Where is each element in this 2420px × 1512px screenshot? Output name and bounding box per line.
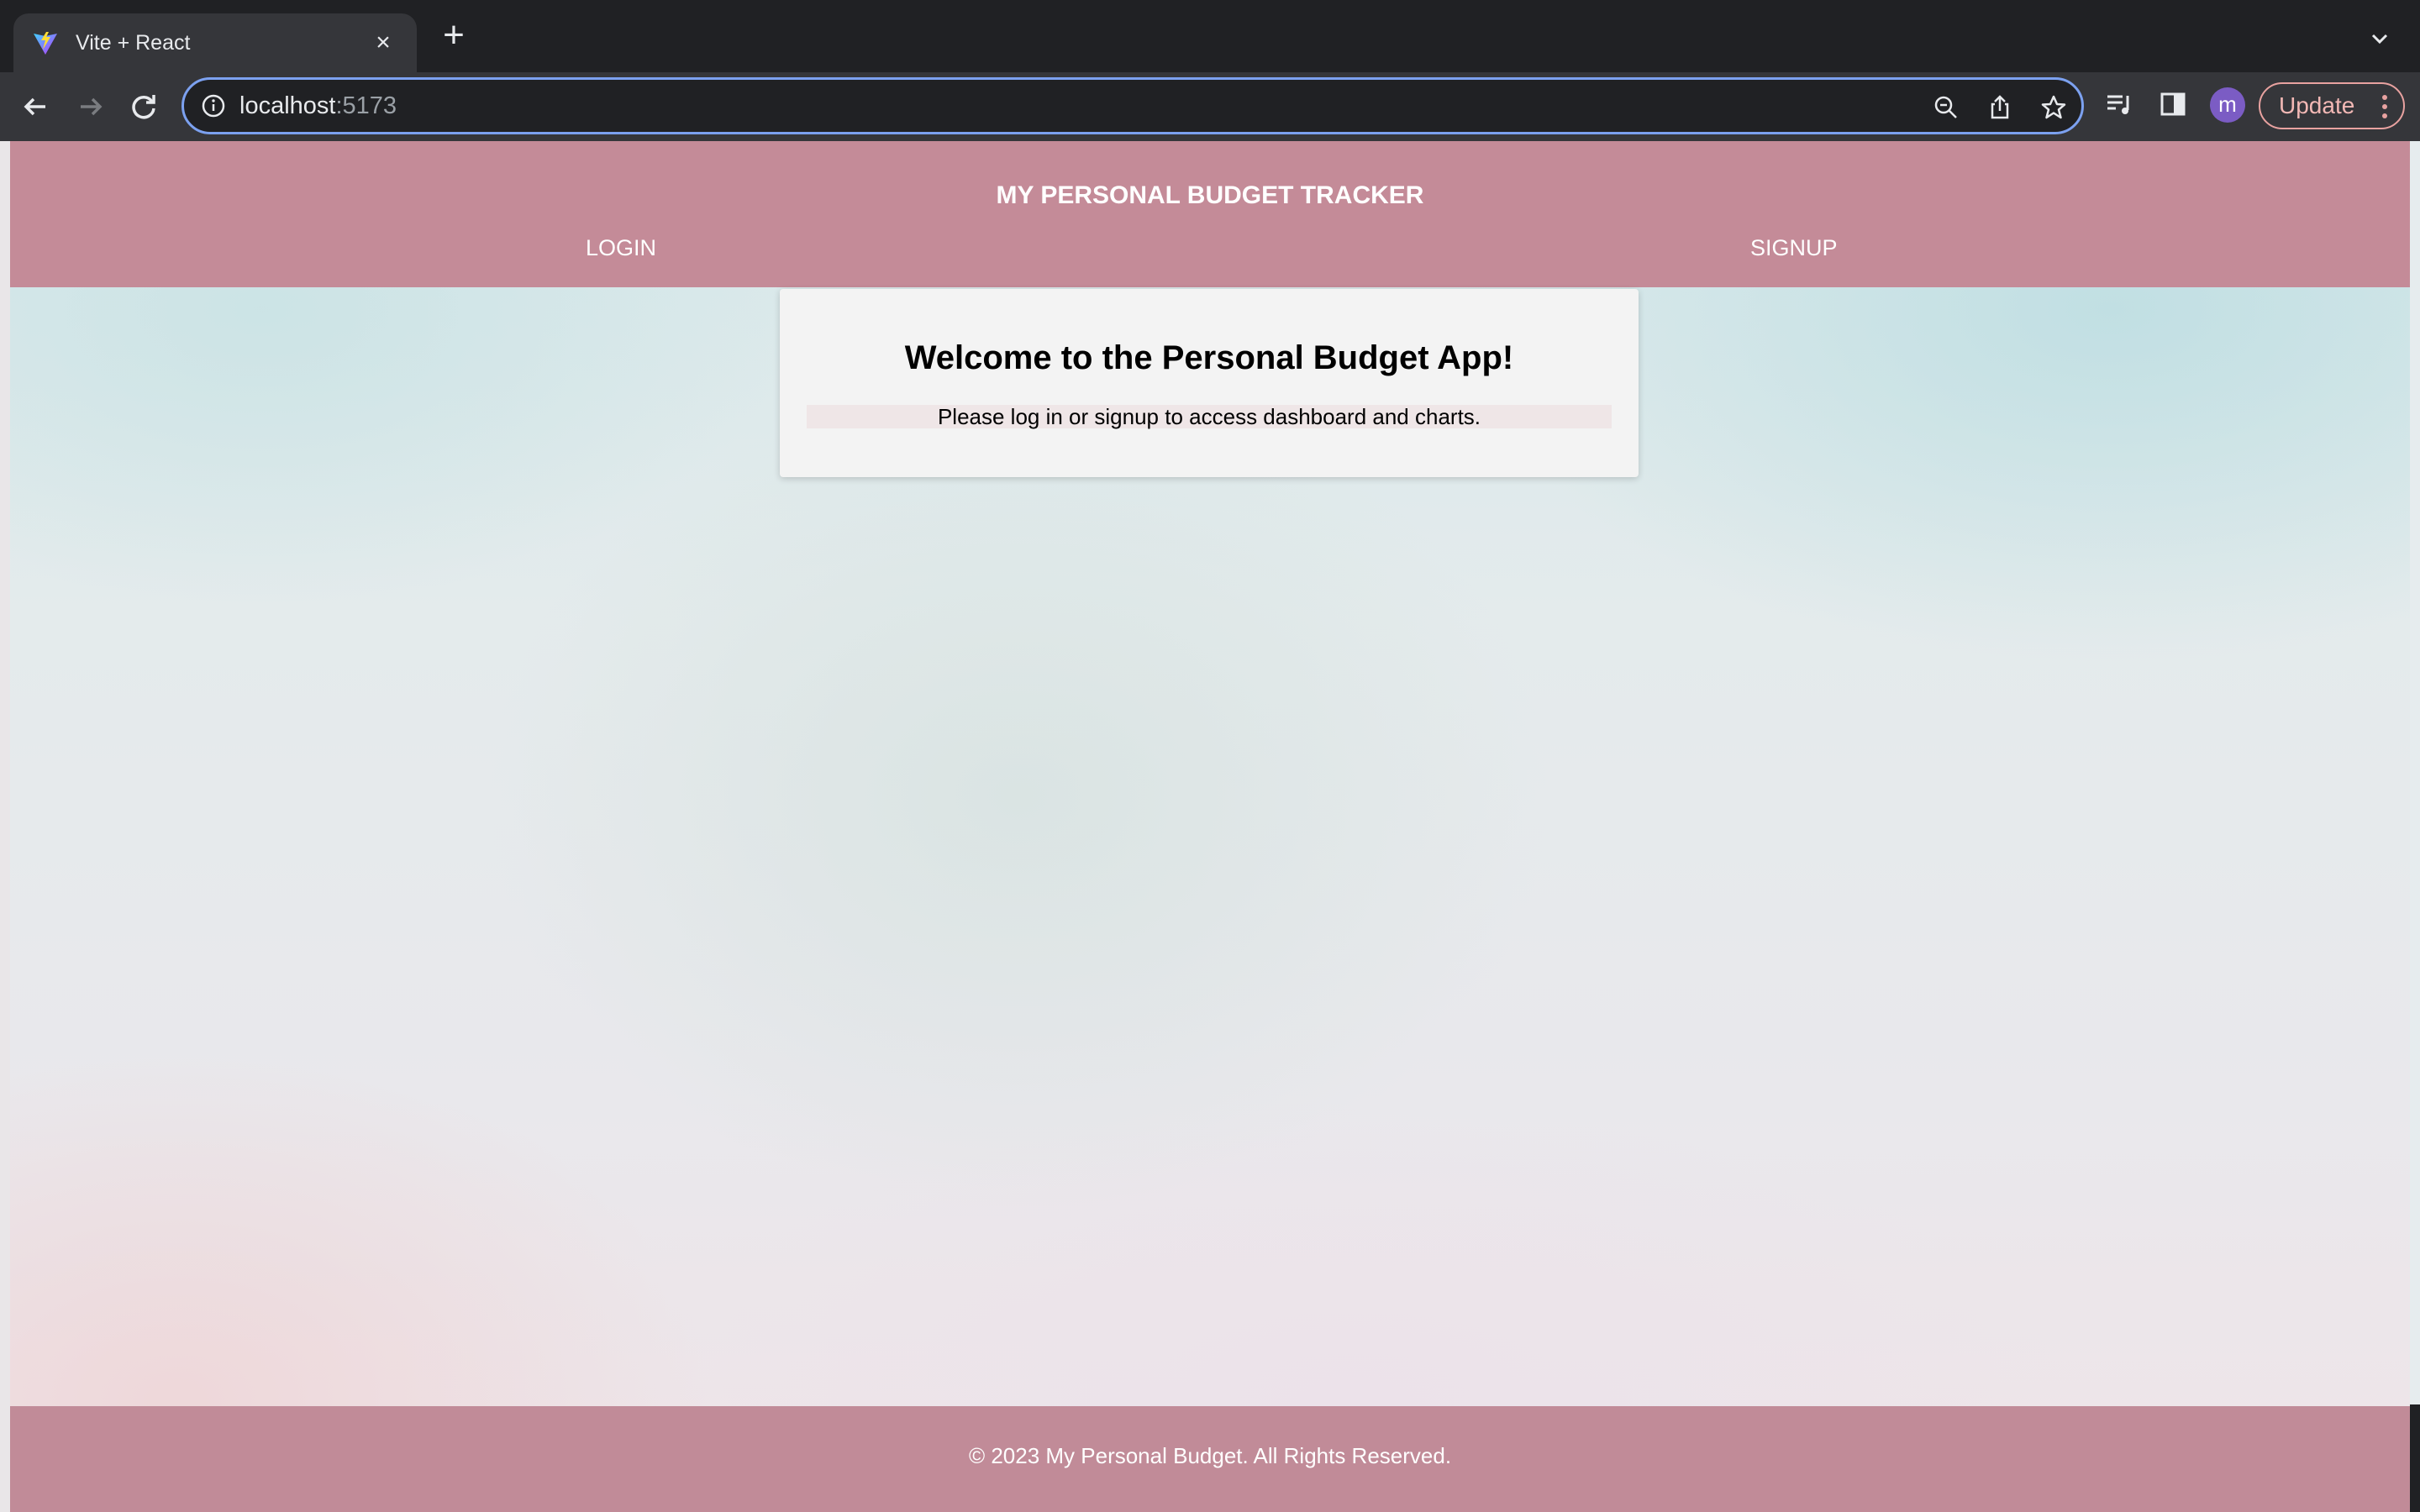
vite-favicon-icon	[34, 32, 57, 55]
more-menu-icon[interactable]	[2381, 94, 2388, 119]
url-host: localhost	[239, 92, 336, 119]
media-control-icon[interactable]	[2104, 89, 2134, 119]
page-right-edge	[2410, 141, 2420, 1404]
tab-title: Vite + React	[76, 30, 191, 55]
site-info-icon[interactable]	[201, 93, 226, 118]
update-button-label: Update	[2279, 92, 2355, 118]
bookmark-star-icon[interactable]	[2039, 93, 2068, 122]
tab-close-icon[interactable]: ×	[368, 29, 398, 57]
reload-icon[interactable]	[126, 89, 161, 124]
welcome-card: Welcome to the Personal Budget App! Plea…	[780, 289, 1639, 477]
update-button[interactable]: Update	[2259, 82, 2405, 129]
side-panel-icon[interactable]	[2158, 89, 2188, 119]
nav-login-link[interactable]: LOGIN	[586, 235, 656, 261]
new-tab-icon[interactable]: +	[439, 17, 469, 54]
app-footer: © 2023 My Personal Budget. All Rights Re…	[10, 1406, 2410, 1512]
back-arrow-icon[interactable]	[18, 89, 54, 124]
app-header: MY PERSONAL BUDGET TRACKER LOGIN SIGNUP	[10, 141, 2410, 287]
page-viewport: MY PERSONAL BUDGET TRACKER LOGIN SIGNUP …	[10, 141, 2410, 1512]
url-port: :5173	[335, 92, 397, 119]
zoom-out-icon[interactable]	[1932, 93, 1960, 122]
footer-copyright: © 2023 My Personal Budget. All Rights Re…	[968, 1443, 1452, 1468]
nav-signup-link[interactable]: SIGNUP	[1750, 235, 1838, 261]
welcome-heading: Welcome to the Personal Budget App!	[904, 339, 1514, 376]
app-title: MY PERSONAL BUDGET TRACKER	[996, 181, 1424, 209]
page-left-edge	[0, 141, 10, 1512]
forward-arrow-icon[interactable]	[72, 89, 108, 124]
welcome-message: Please log in or signup to access dashbo…	[807, 405, 1612, 428]
browser-tab[interactable]: Vite + React ×	[13, 13, 417, 72]
tab-search-chevron-icon[interactable]	[2366, 25, 2393, 52]
address-bar[interactable]: localhost :5173	[182, 77, 2084, 134]
browser-tab-strip: Vite + React × +	[0, 0, 2420, 72]
profile-avatar[interactable]: m	[2210, 87, 2245, 123]
share-icon[interactable]	[1986, 93, 2014, 122]
